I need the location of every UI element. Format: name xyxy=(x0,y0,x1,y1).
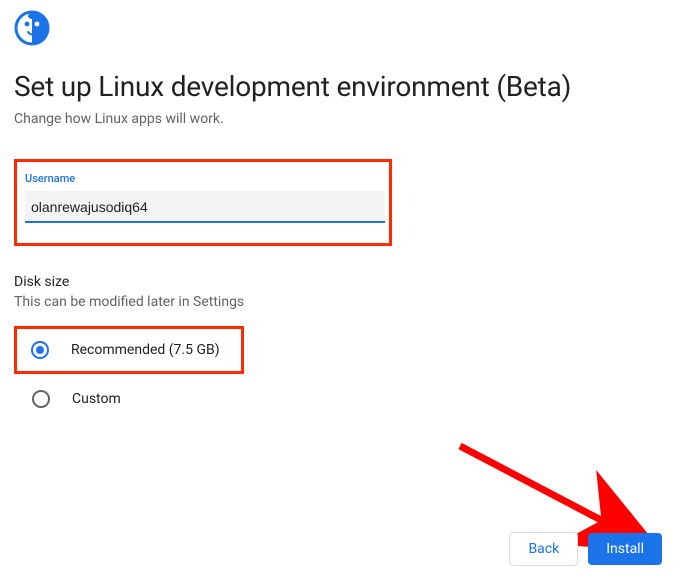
disk-option-custom[interactable]: Custom xyxy=(14,388,666,410)
recommended-label: Recommended (7.5 GB) xyxy=(71,342,220,358)
install-button[interactable]: Install xyxy=(588,533,662,565)
radio-checked-icon xyxy=(31,341,49,359)
disk-size-hint: This can be modified later in Settings xyxy=(14,294,666,310)
page-title: Set up Linux development environment (Be… xyxy=(14,70,666,103)
recommended-highlight: Recommended (7.5 GB) xyxy=(14,326,244,374)
custom-label: Custom xyxy=(72,391,121,407)
disk-size-title: Disk size xyxy=(14,274,666,290)
username-input[interactable] xyxy=(25,191,385,223)
radio-unchecked-icon xyxy=(32,390,50,408)
linux-penguin-icon xyxy=(14,10,666,50)
footer-actions: Back Install xyxy=(509,532,662,566)
disk-option-recommended[interactable]: Recommended (7.5 GB) xyxy=(25,339,233,361)
back-button[interactable]: Back xyxy=(509,532,578,566)
username-highlight: Username xyxy=(14,159,392,246)
username-label: Username xyxy=(25,172,381,185)
page-subtitle: Change how Linux apps will work. xyxy=(14,111,666,127)
